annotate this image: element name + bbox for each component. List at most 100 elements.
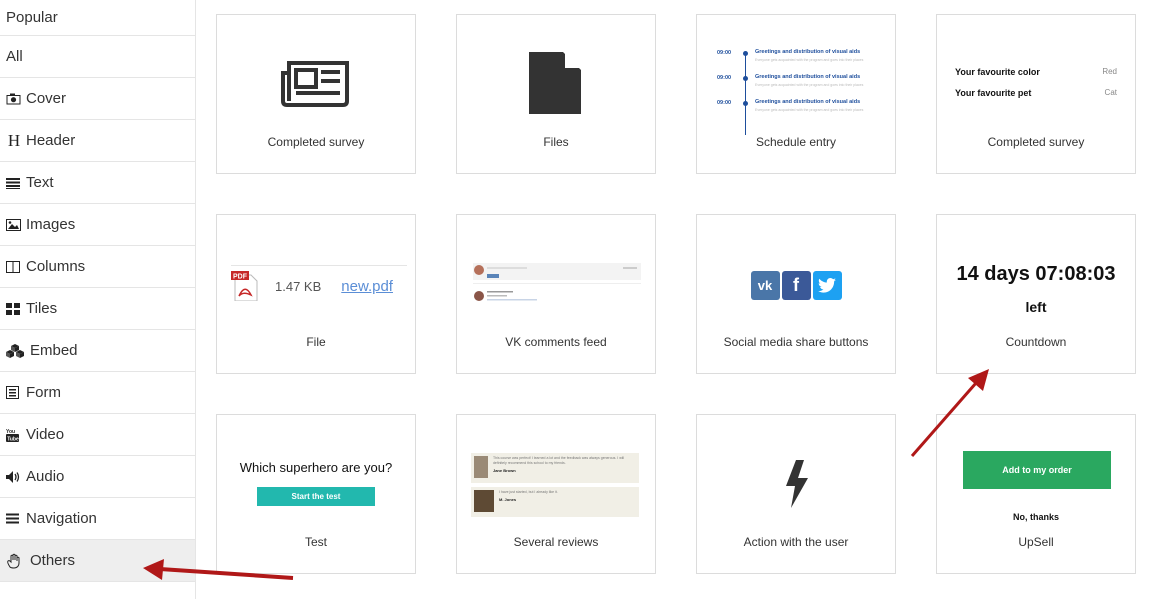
sidebar-item-form[interactable]: Form xyxy=(0,372,195,414)
sidebar-item-label: Popular xyxy=(6,9,58,26)
sidebar-item-others[interactable]: Others xyxy=(0,540,195,582)
youtube-icon: You Tube xyxy=(6,428,22,442)
schedule-subtitle: Everyone gets acquainted with the progra… xyxy=(755,83,864,87)
sidebar-item-label: Embed xyxy=(30,342,78,359)
vk-icon: vk xyxy=(750,270,780,300)
sidebar-item-label: Video xyxy=(26,426,65,443)
block-upsell[interactable]: Add to my order No, thanks UpSell xyxy=(936,414,1136,574)
hand-icon xyxy=(6,553,24,569)
survey-answer: Red xyxy=(1102,67,1117,76)
speaker-icon xyxy=(6,470,22,483)
sidebar-item-cover[interactable]: Cover xyxy=(0,78,195,120)
schedule-row: 09:00 Greetings and distribution of visu… xyxy=(717,99,877,124)
countdown-suffix: left xyxy=(1025,299,1047,315)
sidebar-item-label: Others xyxy=(30,552,76,569)
sidebar-item-label: Audio xyxy=(26,468,65,485)
form-icon xyxy=(6,386,22,399)
block-label: Action with the user xyxy=(743,535,849,549)
sidebar-item-images[interactable]: Images xyxy=(0,204,195,246)
sidebar-item-header[interactable]: H Header xyxy=(0,120,195,162)
sidebar-item-popular[interactable]: Popular xyxy=(0,0,195,36)
review-text: This course was perfect! I learned a lot… xyxy=(492,456,625,465)
sidebar-item-text[interactable]: Text xyxy=(0,162,195,204)
block-label: Social media share buttons xyxy=(723,335,869,349)
menu-icon xyxy=(6,513,22,524)
schedule-time: 09:00 xyxy=(717,75,732,81)
sidebar-item-audio[interactable]: Audio xyxy=(0,456,195,498)
block-label: VK comments feed xyxy=(505,335,607,349)
block-label: UpSell xyxy=(1018,535,1054,549)
image-icon xyxy=(6,218,22,231)
svg-text:PDF: PDF xyxy=(233,274,248,281)
block-schedule-entry[interactable]: 09:00 Greetings and distribution of visu… xyxy=(696,14,896,174)
block-label: Completed survey xyxy=(987,135,1085,149)
block-label: Several reviews xyxy=(513,535,599,549)
sidebar-item-label: Cover xyxy=(26,90,67,107)
sidebar-item-label: Text xyxy=(26,174,54,191)
schedule-time: 09:00 xyxy=(717,100,732,106)
block-completed-survey-answers[interactable]: Your favourite color Red Your favourite p… xyxy=(936,14,1136,174)
block-social-share[interactable]: vk f Social media share buttons xyxy=(696,214,896,374)
file-name-link[interactable]: new.pdf xyxy=(341,278,393,295)
header-h-icon: H xyxy=(7,130,21,150)
document-icon xyxy=(529,51,583,119)
block-label: Countdown xyxy=(1005,335,1067,349)
schedule-time: 09:00 xyxy=(717,50,732,56)
block-label: Completed survey xyxy=(267,135,365,149)
sidebar-item-tiles[interactable]: Tiles xyxy=(0,288,195,330)
sidebar-item-label: Form xyxy=(26,384,61,401)
columns-icon xyxy=(6,260,22,273)
sidebar-item-navigation[interactable]: Navigation xyxy=(0,498,195,540)
text-lines-icon xyxy=(6,177,22,189)
svg-text:Tube: Tube xyxy=(7,436,19,442)
schedule-subtitle: Everyone gets acquainted with the progra… xyxy=(755,108,864,112)
review-item: This course was perfect! I learned a lot… xyxy=(471,453,639,483)
camera-icon xyxy=(6,93,22,105)
block-countdown[interactable]: 14 days 07:08:03 left Countdown xyxy=(936,214,1136,374)
block-vk-comments-feed[interactable]: VK comments feed xyxy=(456,214,656,374)
survey-answers-preview: Your favourite color Red Your favourite p… xyxy=(955,67,1117,109)
sidebar-item-columns[interactable]: Columns xyxy=(0,246,195,288)
sidebar-item-embed[interactable]: Embed xyxy=(0,330,195,372)
add-to-order-button: Add to my order xyxy=(963,451,1111,489)
schedule-title: Greetings and distribution of visual aid… xyxy=(755,99,861,105)
block-test[interactable]: Which superhero are you? Start the test … xyxy=(216,414,416,574)
social-buttons-preview: vk f xyxy=(750,270,842,300)
vk-feed-preview xyxy=(473,263,641,307)
block-files[interactable]: Files xyxy=(456,14,656,174)
decline-link: No, thanks xyxy=(1012,512,1059,522)
survey-question: Your favourite color xyxy=(955,67,1040,77)
sidebar-item-label: Header xyxy=(26,132,76,149)
newspaper-icon xyxy=(281,57,351,112)
sidebar: Popular All Cover H Header Text Images C… xyxy=(0,0,196,599)
schedule-row: 09:00 Greetings and distribution of visu… xyxy=(717,74,877,99)
sidebar-item-label: Navigation xyxy=(26,510,97,527)
survey-answer: Cat xyxy=(1104,88,1117,97)
sidebar-item-video[interactable]: You Tube Video xyxy=(0,414,195,456)
review-author: Jane Brown xyxy=(492,468,516,473)
lightning-icon xyxy=(782,459,810,513)
test-question: Which superhero are you? xyxy=(239,460,393,475)
sidebar-item-label: All xyxy=(6,48,23,65)
tiles-icon xyxy=(6,302,22,315)
block-label: Test xyxy=(304,535,327,549)
review-item: I have just started, but I already like … xyxy=(471,487,639,517)
schedule-preview: 09:00 Greetings and distribution of visu… xyxy=(717,49,877,135)
review-text: I have just started, but I already like … xyxy=(499,490,558,494)
block-action-with-user[interactable]: Action with the user xyxy=(696,414,896,574)
avatar xyxy=(474,456,488,478)
sidebar-item-label: Tiles xyxy=(26,300,58,317)
block-completed-survey[interactable]: Completed survey xyxy=(216,14,416,174)
block-several-reviews[interactable]: This course was perfect! I learned a lot… xyxy=(456,414,656,574)
sidebar-item-all[interactable]: All xyxy=(0,36,195,78)
file-size: 1.47 KB xyxy=(275,278,322,294)
survey-question: Your favourite pet xyxy=(955,88,1032,98)
countdown-time: 14 days 07:08:03 xyxy=(956,263,1116,285)
block-file[interactable]: PDF 1.47 KB new.pdf File xyxy=(216,214,416,374)
sidebar-item-label: Columns xyxy=(26,258,86,275)
twitter-icon xyxy=(812,270,842,300)
schedule-subtitle: Everyone gets acquainted with the progra… xyxy=(755,58,864,62)
cubes-icon xyxy=(6,343,26,358)
start-test-button: Start the test xyxy=(257,487,375,506)
schedule-title: Greetings and distribution of visual aid… xyxy=(755,74,861,80)
